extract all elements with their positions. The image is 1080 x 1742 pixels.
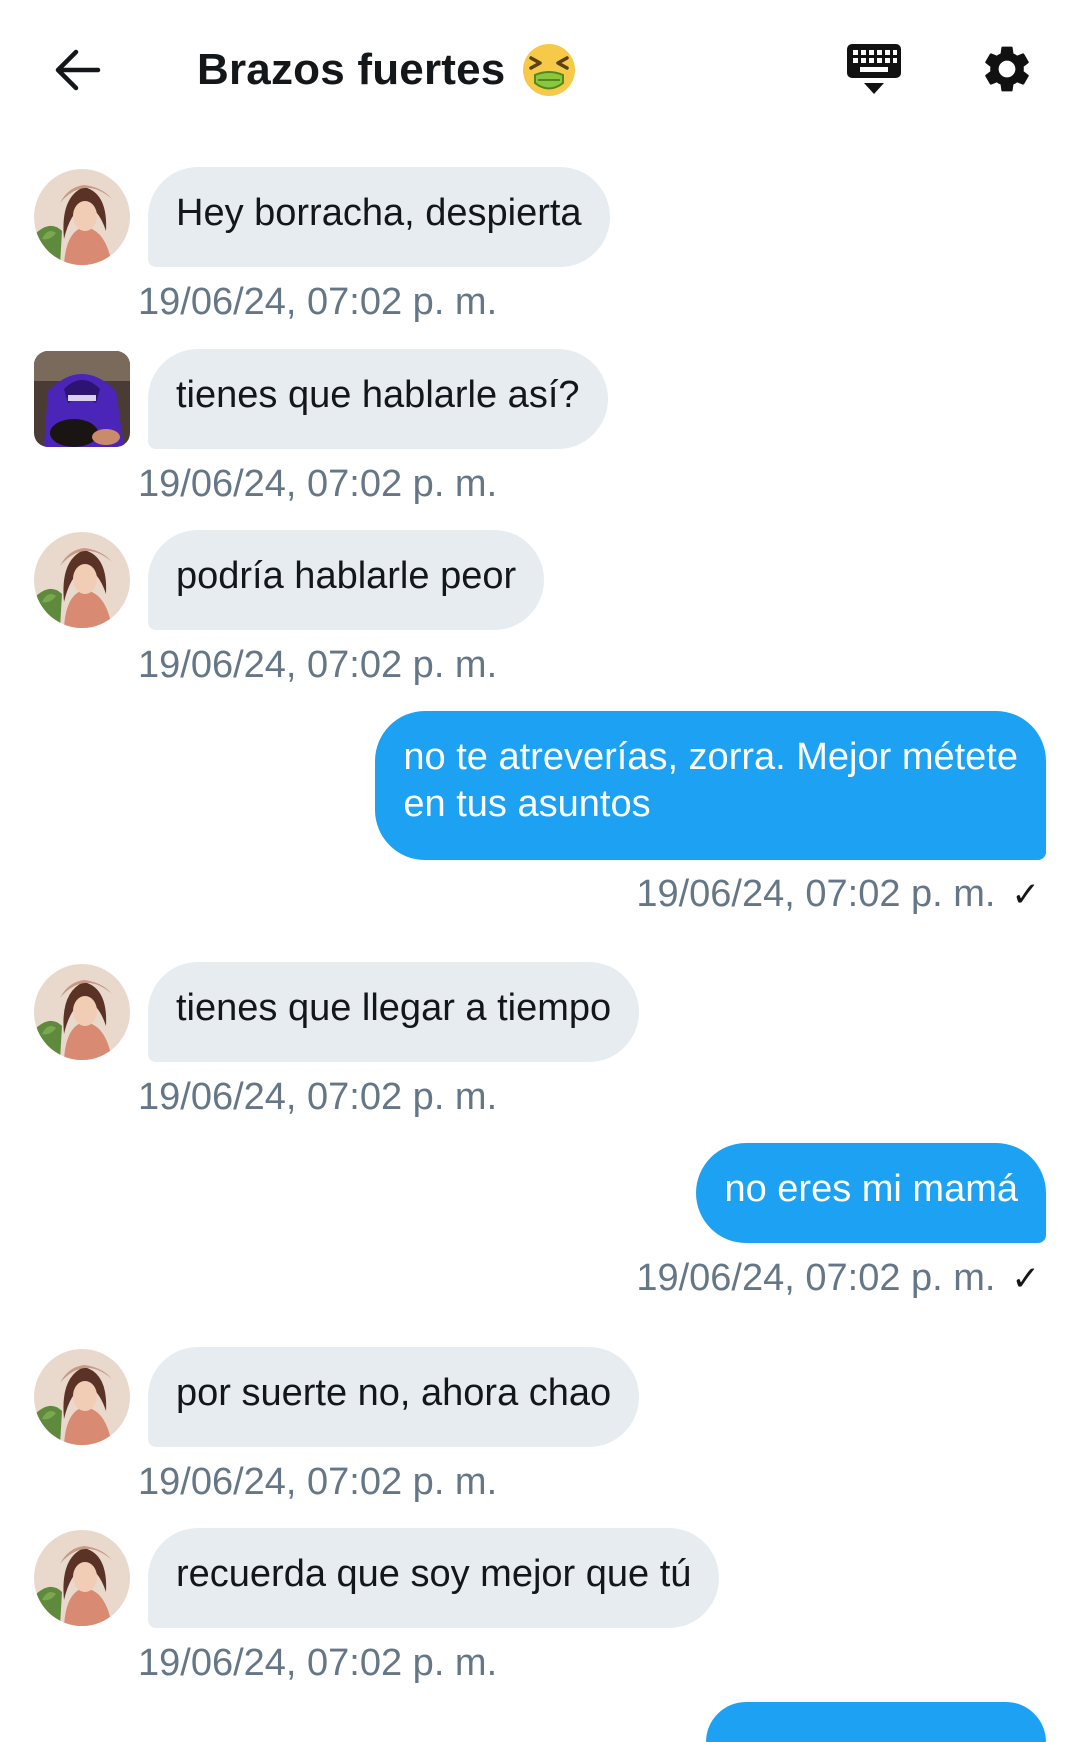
avatar-purple-hoodie[interactable] [34,351,130,447]
message-bubble[interactable]: tienes que hablarle así? [148,349,608,449]
message-timestamp: 19/06/24, 07:02 p. m. [138,1076,498,1118]
message-bubble[interactable]: recuerda que soy mejor que tú [148,1528,720,1628]
message-timestamp: 19/06/24, 07:02 p. m. [636,873,996,915]
message-timestamp: 19/06/24, 07:02 p. m. [138,1642,498,1684]
avatar-woman-image [34,964,130,1060]
message-timestamp: 19/06/24, 07:02 p. m. [138,1461,498,1503]
message-bubble[interactable]: no eres mi mamá [696,1143,1046,1243]
message-timestamp: 19/06/24, 07:02 p. m. [138,463,498,505]
message-bubble-partial[interactable] [706,1702,1046,1742]
message-bubble[interactable]: no te atreverías, zorra. Mejor métete en… [375,711,1046,860]
message-timestamp-row: 19/06/24, 07:02 p. m. ✓ [636,873,1040,916]
message-bubble[interactable]: por suerte no, ahora chao [148,1347,640,1447]
message-timestamp: 19/06/24, 07:02 p. m. [138,281,498,323]
message-bubble[interactable]: tienes que llegar a tiempo [148,962,640,1062]
avatar-woman-image [34,169,130,265]
avatar-woman-image [34,1530,130,1626]
avatar-woman[interactable] [34,1530,130,1626]
sent-check-icon: ✓ [1011,1259,1041,1298]
avatar-woman[interactable] [34,532,130,628]
avatar-woman-image [34,1349,130,1445]
avatar-woman[interactable] [34,169,130,265]
avatar-purple-hoodie-image [34,351,130,447]
avatar-woman[interactable] [34,1349,130,1445]
message-timestamp-row: 19/06/24, 07:02 p. m. ✓ [636,1257,1040,1300]
avatar-woman-image [34,532,130,628]
sent-check-icon: ✓ [1011,875,1041,914]
message-bubble[interactable]: Hey borracha, despierta [148,167,610,267]
message-list[interactable]: Hey borracha, despierta 19/06/24, 07:02 … [0,0,1080,1742]
message-timestamp: 19/06/24, 07:02 p. m. [636,1257,996,1299]
message-bubble[interactable]: podría hablarle peor [148,530,545,630]
message-timestamp: 19/06/24, 07:02 p. m. [138,644,498,686]
avatar-woman[interactable] [34,964,130,1060]
